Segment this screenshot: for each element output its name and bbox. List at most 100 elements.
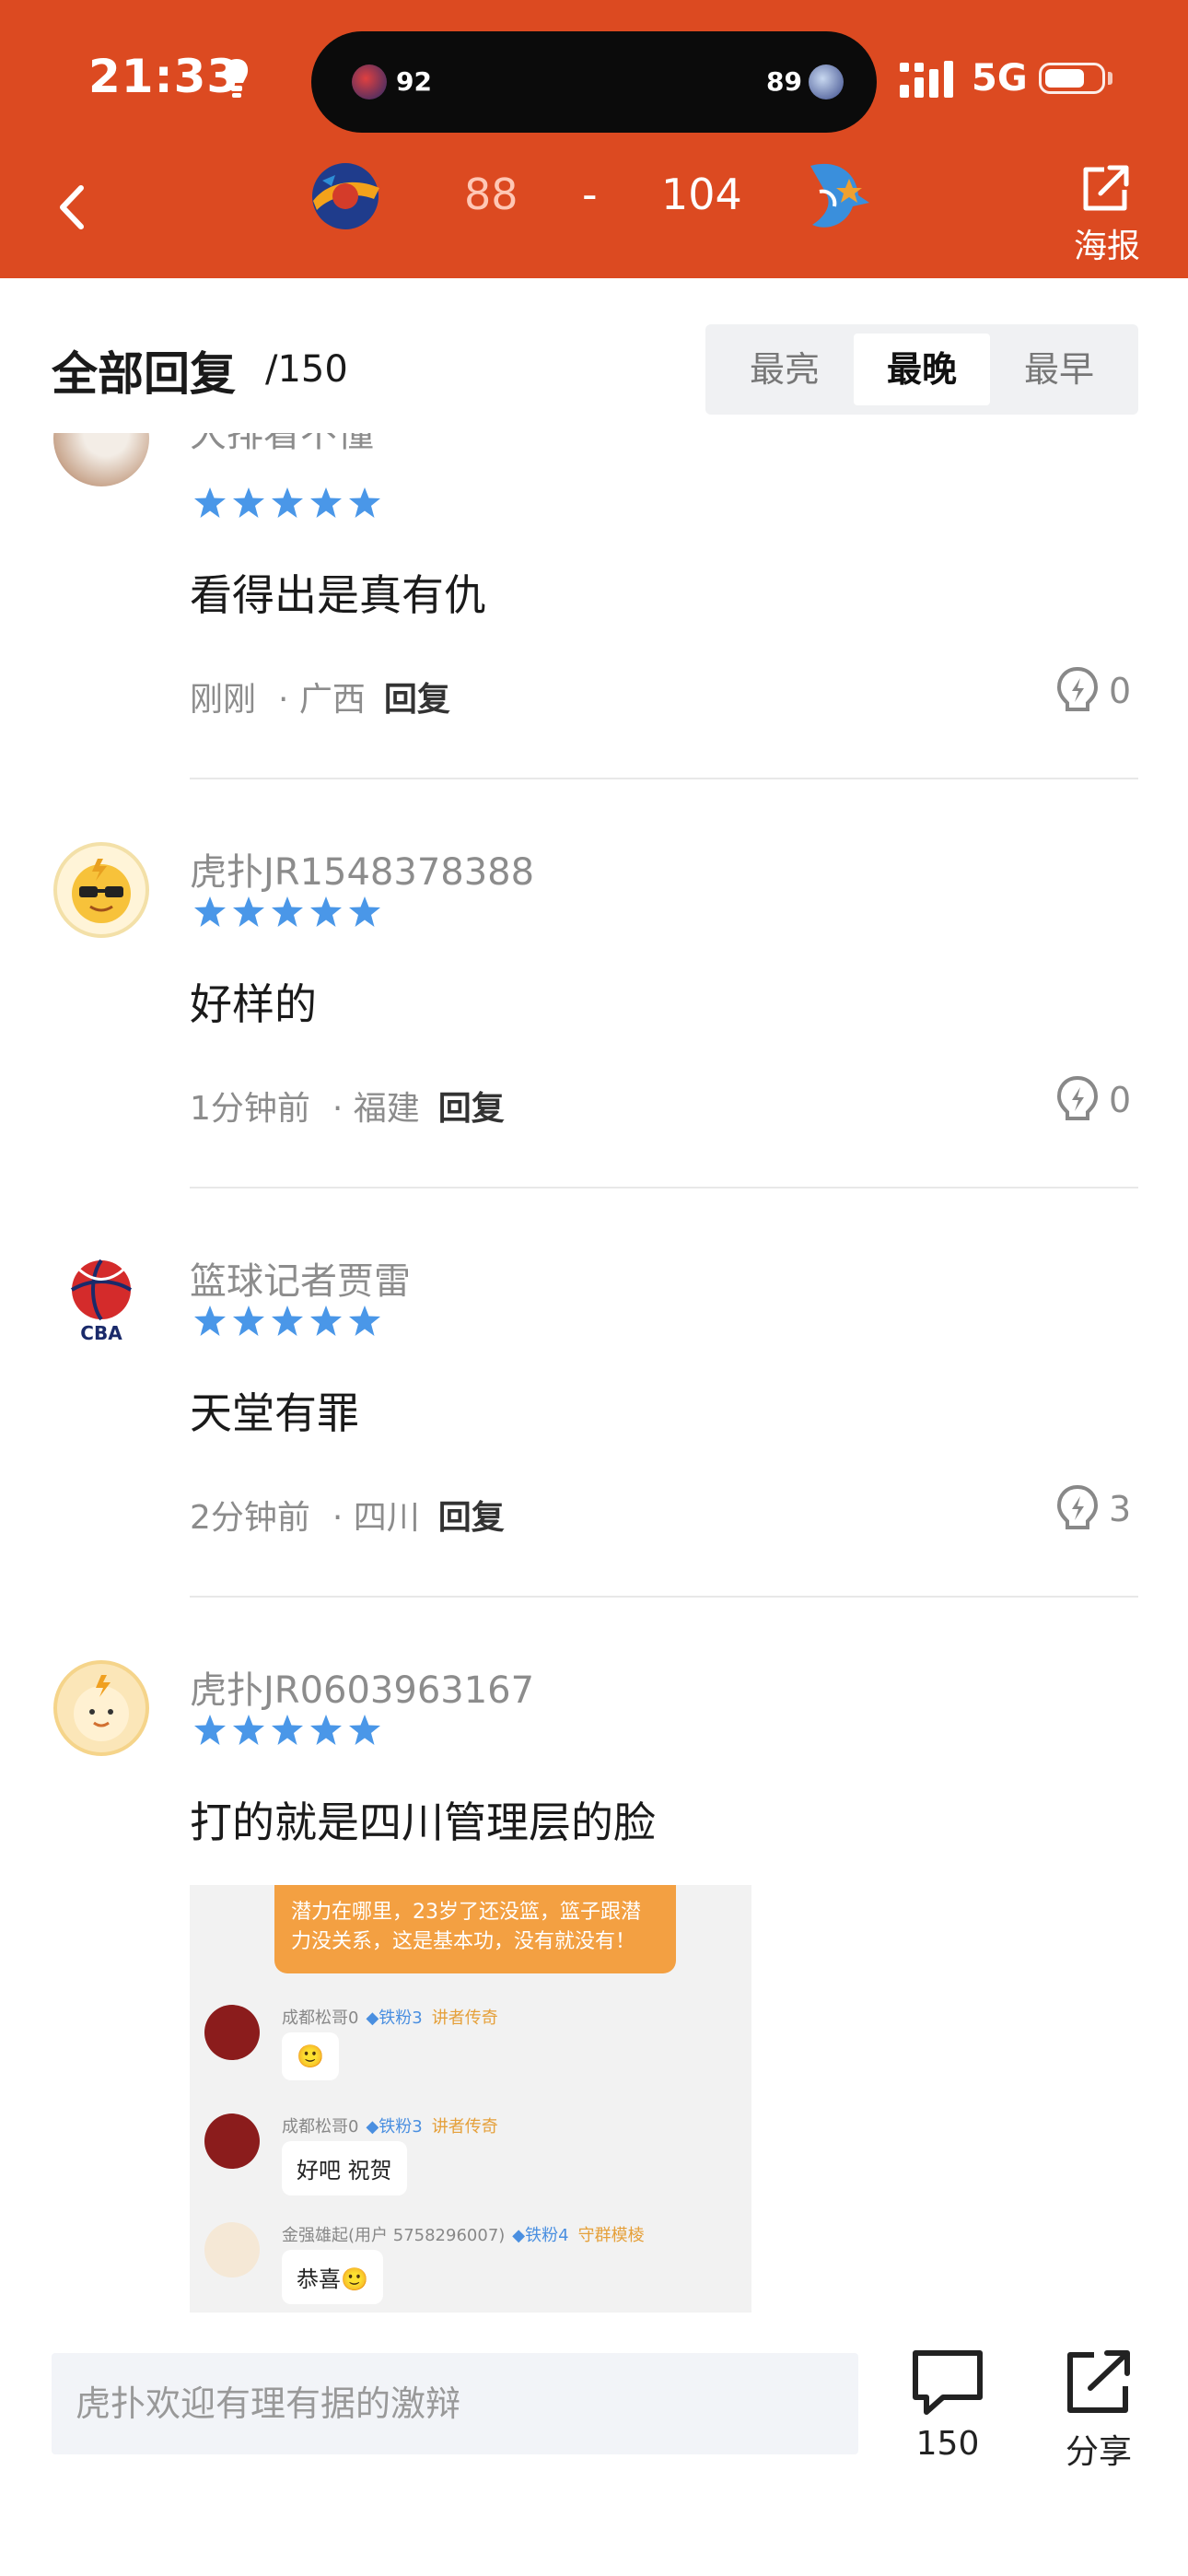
replies-count: /150 xyxy=(265,348,348,391)
comment-location: · 广西 xyxy=(278,681,366,719)
sort-tabs: 最亮 最晚 最早 xyxy=(705,324,1138,415)
like-count: 0 xyxy=(1109,671,1132,711)
comment-meta: 刚刚 · 广西 回复 xyxy=(190,673,450,720)
dynamic-island[interactable]: 92 89 xyxy=(311,31,877,133)
divider xyxy=(190,1187,1138,1188)
comment-text: 天堂有罪 xyxy=(190,1388,359,1438)
reply-button[interactable]: 回复 xyxy=(384,681,450,719)
comment-time: 1分钟前 xyxy=(190,1090,310,1128)
comment-image[interactable]: 潜力在哪里，23岁了还没篮，篮子跟潜力没关系，这是基本功，没有就没有！ 成都松哥… xyxy=(190,1885,751,2313)
username[interactable]: 篮球记者贾雷 xyxy=(190,1251,411,1305)
home-team-mini-logo xyxy=(352,64,387,100)
chat-tag: 讲者传奇 xyxy=(431,2008,498,2028)
star-icon xyxy=(233,1715,264,1745)
replies-title: 全部回复 xyxy=(52,347,236,401)
cba-logo-icon: CBA xyxy=(70,1259,133,1344)
star-icon xyxy=(233,487,264,518)
bottom-bar: 虎扑欢迎有理有据的激辩 150 分享 xyxy=(0,2313,1188,2576)
emoji-avatar-icon xyxy=(74,1675,129,1741)
top-bar: 21:33 92 89 5G 88 - 104 海报 xyxy=(0,0,1188,278)
score-separator: - xyxy=(582,170,598,219)
comment-text: 打的就是四川管理层的脸 xyxy=(190,1797,656,1847)
avatar[interactable] xyxy=(53,433,149,486)
username[interactable]: 虎扑JR0603963167 xyxy=(190,1660,534,1714)
chat-text: 恭喜🙂 xyxy=(282,2250,383,2304)
username[interactable]: 虎扑JR1548378388 xyxy=(190,842,534,896)
star-icon xyxy=(194,1715,226,1745)
back-button[interactable] xyxy=(52,175,98,240)
star-icon xyxy=(233,896,264,927)
star-icon xyxy=(310,1715,342,1745)
battery-icon xyxy=(1039,63,1105,94)
svg-text:CBA: CBA xyxy=(80,1322,122,1344)
star-icon xyxy=(194,487,226,518)
comment-text: 好样的 xyxy=(190,979,317,1029)
star-icon xyxy=(272,1306,303,1336)
comment-text: 看得出是真有仇 xyxy=(190,570,486,620)
chat-sender: 成都松哥0 ◆铁粉3 讲者传奇 xyxy=(282,2113,498,2137)
emoji-avatar-icon xyxy=(72,859,131,923)
light-up-icon[interactable] xyxy=(1050,1072,1105,1128)
reply-button[interactable]: 回复 xyxy=(438,1499,505,1537)
share-icon xyxy=(1067,2350,1130,2413)
tab-brightest[interactable]: 最亮 xyxy=(716,334,853,405)
rating-stars xyxy=(193,896,381,929)
tab-earliest[interactable]: 最早 xyxy=(991,334,1127,405)
chat-text: 好吧 祝贺 xyxy=(282,2141,407,2195)
comment-time: 2分钟前 xyxy=(190,1499,310,1537)
star-icon xyxy=(272,896,303,927)
star-icon xyxy=(194,896,226,927)
status-time: 21:33 xyxy=(88,50,240,103)
reply-button[interactable]: 回复 xyxy=(438,1090,505,1128)
home-team-logo[interactable] xyxy=(304,155,387,238)
chat-sender: 成都松哥0 ◆铁粉3 讲者传奇 xyxy=(282,2005,498,2029)
chat-text: 🙂 xyxy=(282,2032,339,2080)
chat-level-badge: ◆铁粉4 xyxy=(512,2226,569,2245)
chat-level-badge: ◆铁粉3 xyxy=(366,2008,423,2028)
chat-sender-name: 成都松哥0 xyxy=(282,2008,359,2028)
star-icon xyxy=(349,487,380,518)
chat-level-badge: ◆铁粉3 xyxy=(366,2117,423,2137)
home-score: 88 xyxy=(464,170,518,219)
like-count: 0 xyxy=(1109,1080,1132,1120)
island-home-score: 92 xyxy=(396,66,432,97)
share-label: 分享 xyxy=(1065,2433,1132,2471)
avatar[interactable]: CBA xyxy=(53,1251,149,1347)
star-icon xyxy=(233,1306,264,1336)
comment-meta: 2分钟前 · 四川 回复 xyxy=(190,1491,505,1539)
star-icon xyxy=(310,896,342,927)
comment-input[interactable]: 虎扑欢迎有理有据的激辩 xyxy=(52,2353,858,2454)
avatar[interactable] xyxy=(53,842,149,938)
rating-stars xyxy=(193,1714,381,1747)
star-icon xyxy=(349,896,380,927)
chat-tag: 守群模棱 xyxy=(577,2226,645,2245)
flashlight-icon xyxy=(225,59,249,98)
comment-location: · 四川 xyxy=(332,1499,420,1537)
away-team-logo[interactable] xyxy=(792,155,875,238)
star-icon xyxy=(194,1306,226,1336)
star-icon xyxy=(349,1306,380,1336)
away-team-mini-logo xyxy=(809,64,844,100)
divider xyxy=(190,778,1138,779)
chat-sender-name: 成都松哥0 xyxy=(282,2117,359,2137)
comment-icon xyxy=(913,2350,983,2415)
comment-location: · 福建 xyxy=(332,1090,420,1128)
light-up-icon[interactable] xyxy=(1050,1481,1105,1537)
star-icon xyxy=(310,1306,342,1336)
chat-tag: 讲者传奇 xyxy=(431,2117,498,2137)
avatar[interactable] xyxy=(53,1660,149,1756)
chat-sender: 金强雄起(用户 5758296007) ◆铁粉4 守群模棱 xyxy=(282,2222,645,2246)
rating-stars xyxy=(193,1305,381,1338)
star-icon xyxy=(349,1715,380,1745)
tab-latest[interactable]: 最晚 xyxy=(854,334,990,405)
username[interactable]: 大排看不懂 xyxy=(190,433,374,457)
comment-count: 150 xyxy=(915,2425,980,2463)
comment-meta: 1分钟前 · 福建 回复 xyxy=(190,1082,505,1130)
poster-button[interactable]: 海报 xyxy=(1061,162,1153,265)
chat-avatar xyxy=(204,2005,260,2060)
star-icon xyxy=(272,1715,303,1745)
chat-avatar xyxy=(204,2113,260,2169)
poster-label: 海报 xyxy=(1073,228,1140,265)
light-up-icon[interactable] xyxy=(1050,663,1105,719)
comment-time: 刚刚 xyxy=(190,681,257,719)
